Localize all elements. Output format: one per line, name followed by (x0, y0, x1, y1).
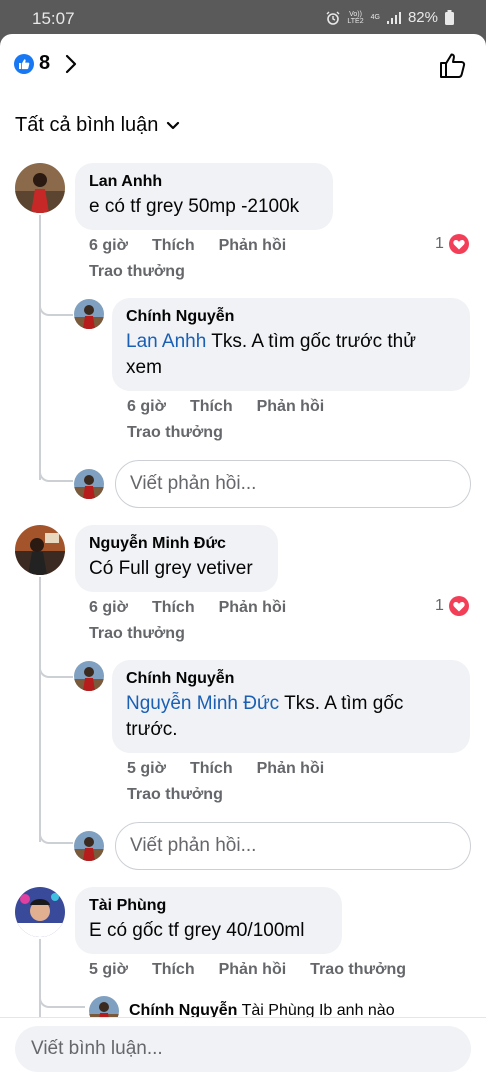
thread-connector (39, 470, 73, 482)
avatar[interactable] (15, 163, 65, 213)
comment-text: E có gốc tf grey 40/100ml (89, 920, 305, 941)
like-button[interactable]: Thích (190, 760, 233, 778)
thumbs-up-outline-icon[interactable] (438, 50, 468, 80)
award-button[interactable]: Trao thưởng (89, 263, 185, 281)
avatar (74, 469, 104, 499)
reply-author[interactable]: Chính Nguyễn (126, 669, 456, 689)
award-button[interactable]: Trao thưởng (310, 961, 406, 979)
like-badge-icon (14, 54, 34, 74)
reply-input[interactable]: Viết phản hồi... (115, 822, 471, 870)
award-button[interactable]: Trao thưởng (89, 625, 185, 643)
thread-line (39, 577, 41, 842)
comment-actions: 6 giờ Thích Phản hồi (89, 237, 286, 255)
comment-text: e có tf grey 50mp -2100k (89, 196, 300, 217)
reply-actions: 5 giờ Thích Phản hồi (127, 760, 324, 778)
comment-filter-dropdown[interactable]: Tất cả bình luận (15, 114, 180, 137)
comment-author[interactable]: Tài Phùng (89, 896, 328, 916)
thread-line (39, 215, 41, 480)
thread-connector (39, 304, 73, 316)
reply-button[interactable]: Phản hồi (219, 237, 287, 255)
filter-label: Tất cả bình luận (15, 114, 159, 136)
status-time: 15:07 (32, 9, 75, 28)
battery-percent: 82% (407, 9, 438, 26)
reaction-summary[interactable]: 1 (435, 234, 469, 254)
avatar[interactable] (74, 299, 104, 329)
thread-line (39, 939, 41, 1029)
reply-input[interactable]: Viết phản hồi... (115, 460, 471, 508)
network-type: 4G (370, 14, 380, 21)
chevron-down-icon (167, 121, 180, 129)
like-button[interactable]: Thích (152, 961, 195, 979)
thread-connector (39, 832, 73, 844)
mention-link[interactable]: Nguyễn Minh Đức (126, 693, 279, 714)
like-count: 8 (39, 52, 51, 74)
reply-actions: 6 giờ Thích Phản hồi (127, 398, 324, 416)
avatar (74, 831, 104, 861)
comment-actions: 5 giờ Thích Phản hồi Trao thưởng (89, 961, 406, 979)
comment-text: Có Full grey vetiver (89, 558, 253, 579)
reaction-summary[interactable]: 1 (435, 596, 469, 616)
like-button[interactable]: Thích (190, 398, 233, 416)
comment-time: 6 giờ (89, 237, 128, 254)
chevron-right-icon[interactable] (62, 52, 80, 76)
reply-text: Lan Anhh Tks. A tìm gốc trước thử xem (126, 331, 416, 378)
signal-icon (386, 11, 401, 24)
battery-icon (445, 10, 454, 25)
reactions-header[interactable]: 8 (0, 34, 486, 94)
reply-button[interactable]: Phản hồi (257, 760, 325, 778)
comment-composer: Viết bình luận... (0, 1017, 486, 1080)
like-button[interactable]: Thích (152, 599, 195, 617)
comment-author[interactable]: Lan Anhh (89, 172, 319, 192)
comments-sheet: 8 Tất cả bình luận Lan Anhh e có tf grey… (0, 34, 486, 1080)
comment-actions: 6 giờ Thích Phản hồi (89, 599, 286, 617)
heart-reaction-icon (448, 596, 469, 616)
volte-indicator: Vo)) LTE2 (347, 10, 364, 25)
reply-time: 6 giờ (127, 398, 166, 415)
reply-button[interactable]: Phản hồi (257, 398, 325, 416)
reaction-count: 1 (435, 597, 444, 614)
comment-author[interactable]: Nguyễn Minh Đức (89, 534, 264, 554)
reply-button[interactable]: Phản hồi (219, 599, 287, 617)
comment-bubble[interactable]: Nguyễn Minh Đức Có Full grey vetiver (75, 525, 278, 592)
award-button[interactable]: Trao thưởng (127, 786, 223, 804)
award-button[interactable]: Trao thưởng (127, 424, 223, 442)
status-bar: 15:07 Vo)) LTE2 4G 82% (0, 0, 486, 36)
avatar[interactable] (74, 661, 104, 691)
comment-time: 5 giờ (89, 961, 128, 978)
status-icons: Vo)) LTE2 4G 82% (326, 9, 454, 26)
thread-connector (39, 998, 85, 1008)
avatar[interactable] (15, 887, 65, 937)
like-button[interactable]: Thích (152, 237, 195, 255)
heart-reaction-icon (448, 234, 469, 254)
mention-link[interactable]: Lan Anhh (126, 331, 206, 352)
comment-bubble[interactable]: Tài Phùng E có gốc tf grey 40/100ml (75, 887, 342, 954)
comment-bubble[interactable]: Lan Anhh e có tf grey 50mp -2100k (75, 163, 333, 230)
alarm-icon (326, 11, 340, 25)
reply-bubble[interactable]: Chính Nguyễn Lan Anhh Tks. A tìm gốc trư… (112, 298, 470, 391)
reply-button[interactable]: Phản hồi (219, 961, 287, 979)
reply-bubble[interactable]: Chính Nguyễn Nguyễn Minh Đức Tks. A tìm … (112, 660, 470, 753)
comment-input[interactable]: Viết bình luận... (15, 1026, 471, 1072)
avatar[interactable] (15, 525, 65, 575)
thread-connector (39, 666, 73, 678)
reaction-count: 1 (435, 235, 444, 252)
reply-text: Nguyễn Minh Đức Tks. A tìm gốc trước. (126, 693, 404, 740)
reply-author[interactable]: Chính Nguyễn (126, 307, 456, 327)
comment-time: 6 giờ (89, 599, 128, 616)
reply-time: 5 giờ (127, 760, 166, 777)
